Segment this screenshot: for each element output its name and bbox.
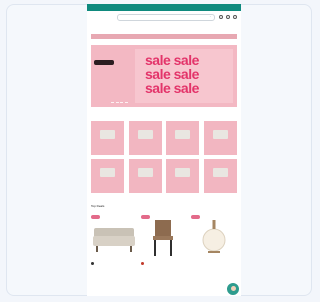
section-title: Top Deals bbox=[91, 204, 105, 208]
category-image bbox=[175, 168, 190, 177]
live-chat-button[interactable] bbox=[226, 282, 240, 296]
category-image bbox=[212, 130, 228, 139]
category-tile[interactable] bbox=[91, 159, 124, 193]
carousel-dots[interactable] bbox=[111, 101, 128, 103]
category-image bbox=[137, 130, 153, 139]
product-image-chair[interactable] bbox=[141, 214, 187, 260]
shop-now-button[interactable] bbox=[94, 60, 114, 65]
category-image bbox=[137, 168, 153, 177]
site-header: ⌕ bbox=[87, 11, 241, 23]
category-tile[interactable] bbox=[128, 159, 162, 193]
products-section-header: Top Deals bbox=[91, 204, 237, 208]
category-tile[interactable] bbox=[128, 121, 162, 155]
category-tile[interactable] bbox=[203, 159, 237, 193]
search-icon[interactable]: ⌕ bbox=[210, 16, 211, 18]
color-swatch[interactable] bbox=[91, 262, 94, 265]
product-image-lamp[interactable] bbox=[191, 214, 237, 260]
chat-avatar-icon bbox=[231, 286, 236, 291]
product-card[interactable] bbox=[191, 214, 237, 265]
category-grid bbox=[91, 121, 237, 193]
store-page: ⌕ sale sale sale sale sale sale Top Deal… bbox=[87, 4, 241, 296]
category-tile[interactable] bbox=[166, 121, 199, 155]
product-card[interactable] bbox=[91, 214, 137, 265]
top-announcement-bar bbox=[87, 4, 241, 11]
category-image bbox=[100, 168, 115, 177]
product-image-sofa[interactable] bbox=[91, 214, 137, 260]
search-input[interactable]: ⌕ bbox=[117, 13, 215, 21]
breadcrumb[interactable] bbox=[87, 28, 241, 32]
hero-copy bbox=[91, 45, 135, 107]
sale-word-line: sale sale bbox=[145, 66, 199, 82]
product-card[interactable] bbox=[141, 214, 187, 265]
category-tile[interactable] bbox=[203, 121, 237, 155]
cart-icon[interactable] bbox=[233, 15, 237, 19]
wishlist-icon[interactable] bbox=[226, 15, 230, 19]
hero-banner[interactable]: sale sale sale sale sale sale bbox=[91, 45, 237, 107]
product-row bbox=[91, 214, 237, 265]
category-tile[interactable] bbox=[166, 159, 199, 193]
sale-word-line: sale sale bbox=[145, 52, 199, 68]
discount-badge bbox=[191, 215, 200, 219]
hero-sale-graphic: sale sale sale sale sale sale bbox=[135, 49, 233, 103]
category-image bbox=[100, 130, 115, 139]
color-swatch[interactable] bbox=[141, 262, 144, 265]
discount-badge bbox=[91, 215, 100, 219]
category-image bbox=[212, 168, 228, 177]
discount-badge bbox=[141, 215, 150, 219]
account-icon[interactable] bbox=[219, 15, 223, 19]
promo-strip[interactable] bbox=[91, 34, 237, 39]
sale-word-line: sale sale bbox=[145, 80, 199, 96]
category-tile[interactable] bbox=[91, 121, 124, 155]
category-image bbox=[175, 130, 190, 139]
